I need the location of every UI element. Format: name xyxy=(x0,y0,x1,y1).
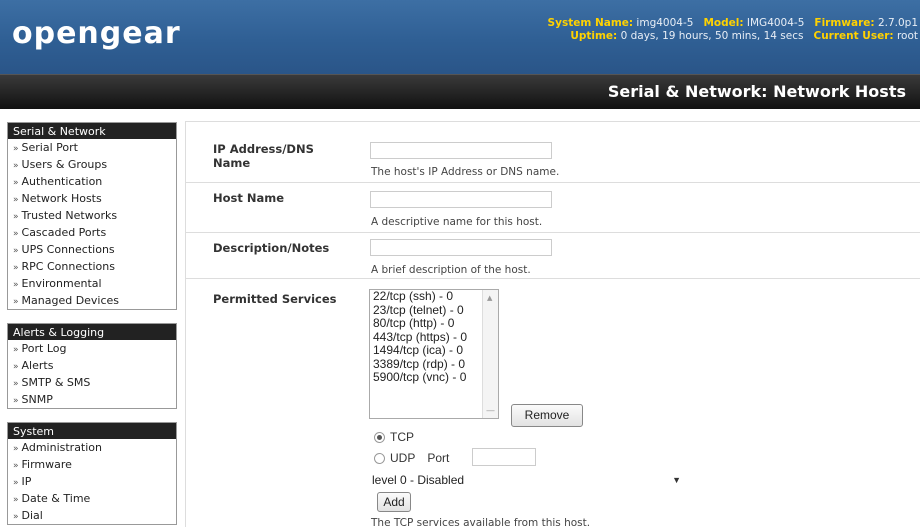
system-name-label: System Name: xyxy=(547,17,634,29)
page-title: Serial & Network: Network Hosts xyxy=(607,82,906,101)
udp-radio-label: UDP xyxy=(390,451,416,465)
form-row-description: Description/Notes A brief description of… xyxy=(186,233,920,279)
firmware-label: Firmware: xyxy=(814,17,875,29)
system-name-value: img4004-5 xyxy=(636,17,694,29)
form-row-host-name: Host Name A descriptive name for this ho… xyxy=(186,183,920,233)
ip-address-help: The host's IP Address or DNS name. xyxy=(371,166,560,178)
nav-group-alerts-logging: Alerts & Logging » Port Log » Alerts » SMTP… xyxy=(7,323,177,409)
access-level-selected: level 0 - Disabled xyxy=(372,473,465,487)
current-user-label: Current User: xyxy=(813,30,894,42)
sidebar-item-environmental[interactable]: » Environmental xyxy=(8,275,176,292)
sidebar-item-serial-port[interactable]: » Serial Port xyxy=(8,139,176,156)
sidebar-item-snmp[interactable]: » SNMP xyxy=(8,391,176,408)
host-name-label: Host Name xyxy=(213,191,285,205)
chevron-right-icon: » xyxy=(13,144,19,154)
sidebar-item-ip[interactable]: » IP xyxy=(8,473,176,490)
current-user-value: root xyxy=(896,30,918,42)
list-item[interactable]: 443/tcp (https) - 0 xyxy=(370,330,498,345)
sidebar-item-alerts[interactable]: » Alerts xyxy=(8,357,176,374)
sidebar-item-managed-devices[interactable]: » Managed Devices xyxy=(8,292,176,309)
sidebar-item-ups-connections[interactable]: » UPS Connections xyxy=(8,241,176,258)
chevron-down-icon: ▼ xyxy=(672,475,681,485)
sidebar-item-network-hosts[interactable]: » Network Hosts xyxy=(8,190,176,207)
add-button[interactable]: Add xyxy=(377,492,411,512)
chevron-right-icon: » xyxy=(13,512,19,522)
tcp-radio[interactable] xyxy=(374,431,385,443)
nav-group-system: System » Administration » Firmware » IP » Da… xyxy=(7,422,177,525)
sidebar-item-rpc-connections[interactable]: » RPC Connections xyxy=(8,258,176,275)
list-item[interactable]: 23/tcp (telnet) - 0 xyxy=(370,303,498,318)
sidebar-item-users-groups[interactable]: » Users & Groups xyxy=(8,156,176,173)
description-input[interactable] xyxy=(370,239,552,256)
chevron-right-icon: » xyxy=(13,178,19,188)
list-item[interactable]: 80/tcp (http) - 0 xyxy=(370,316,498,331)
sidebar-item-authentication[interactable]: » Authentication xyxy=(8,173,176,190)
ip-address-input[interactable] xyxy=(370,142,552,159)
description-label: Description/Notes xyxy=(213,241,330,255)
chevron-right-icon: » xyxy=(13,161,19,171)
sidebar-item-administration[interactable]: » Administration xyxy=(8,439,176,456)
nav-group-serial-network: Serial & Network » Serial Port » Users & G… xyxy=(7,122,177,310)
opengear-logo: opengear xyxy=(12,16,181,51)
chevron-right-icon: » xyxy=(13,280,19,290)
model-value: IMG4004-5 xyxy=(746,17,805,29)
chevron-right-icon: » xyxy=(13,212,19,222)
port-label: Port xyxy=(427,451,450,465)
listbox-scrollbar[interactable]: ▲ — xyxy=(482,290,498,418)
scroll-up-arrow-icon[interactable]: ▲ xyxy=(487,294,492,302)
host-name-input[interactable] xyxy=(370,191,552,208)
chevron-right-icon: » xyxy=(13,246,19,256)
chevron-right-icon: » xyxy=(13,345,19,355)
nav-group-title[interactable]: Serial & Network xyxy=(8,123,176,139)
title-bar: Serial & Network: Network Hosts xyxy=(0,74,920,109)
permitted-services-listbox[interactable]: 22/tcp (ssh) - 0 23/tcp (telnet) - 0 80/… xyxy=(369,289,499,419)
list-item[interactable]: 1494/tcp (ica) - 0 xyxy=(370,343,498,358)
network-host-form: IP Address/DNS Name The host's IP Addres… xyxy=(185,121,920,527)
firmware-value: 2.7.0p1 xyxy=(877,17,918,29)
access-level-select[interactable]: level 0 - Disabled ▼ xyxy=(370,471,693,489)
sidebar-item-smtp-sms[interactable]: » SMTP & SMS xyxy=(8,374,176,391)
permitted-services-help: The TCP services available from this hos… xyxy=(371,517,591,527)
scroll-resize-grip-icon: — xyxy=(486,406,495,416)
list-item[interactable]: 3389/tcp (rdp) - 0 xyxy=(370,357,498,372)
udp-radio-option[interactable]: UDP Port xyxy=(374,451,449,465)
sidebar-item-port-log[interactable]: » Port Log xyxy=(8,340,176,357)
model-label: Model: xyxy=(703,17,744,29)
sidebar-item-cascaded-ports[interactable]: » Cascaded Ports xyxy=(8,224,176,241)
chevron-right-icon: » xyxy=(13,495,19,505)
chevron-right-icon: » xyxy=(13,263,19,273)
chevron-right-icon: » xyxy=(13,297,19,307)
uptime-label: Uptime: xyxy=(570,30,618,42)
port-input[interactable] xyxy=(472,448,536,466)
description-help: A brief description of the host. xyxy=(371,264,531,276)
chevron-right-icon: » xyxy=(13,396,19,406)
host-name-help: A descriptive name for this host. xyxy=(371,216,543,228)
remove-button[interactable]: Remove xyxy=(511,404,583,427)
tcp-radio-label: TCP xyxy=(390,430,414,444)
chevron-right-icon: » xyxy=(13,195,19,205)
sidebar-item-dial[interactable]: » Dial xyxy=(8,507,176,524)
header-banner: opengear System Name: img4004-5 Model: I… xyxy=(0,0,920,74)
chevron-right-icon: » xyxy=(13,444,19,454)
chevron-right-icon: » xyxy=(13,362,19,372)
list-item[interactable]: 22/tcp (ssh) - 0 xyxy=(370,290,498,304)
nav-group-title[interactable]: System xyxy=(8,423,176,439)
chevron-right-icon: » xyxy=(13,229,19,239)
sidebar-item-date-time[interactable]: » Date & Time xyxy=(8,490,176,507)
udp-radio[interactable] xyxy=(374,452,385,464)
system-info: System Name: img4004-5 Model: IMG4004-5 … xyxy=(548,17,918,43)
permitted-services-label: Permitted Services xyxy=(213,292,337,306)
nav-group-title[interactable]: Alerts & Logging xyxy=(8,324,176,340)
uptime-value: 0 days, 19 hours, 50 mins, 14 secs xyxy=(620,30,804,42)
sidebar-nav: Serial & Network » Serial Port » Users & G… xyxy=(7,122,177,527)
sidebar-item-trusted-networks[interactable]: » Trusted Networks xyxy=(8,207,176,224)
ip-address-label: IP Address/DNS Name xyxy=(213,142,314,170)
chevron-right-icon: » xyxy=(13,461,19,471)
sidebar-item-firmware[interactable]: » Firmware xyxy=(8,456,176,473)
list-item[interactable]: 5900/tcp (vnc) - 0 xyxy=(370,370,498,385)
chevron-right-icon: » xyxy=(13,478,19,488)
form-row-ip-address: IP Address/DNS Name The host's IP Addres… xyxy=(186,122,920,183)
tcp-radio-option[interactable]: TCP xyxy=(374,430,414,444)
chevron-right-icon: » xyxy=(13,379,19,389)
